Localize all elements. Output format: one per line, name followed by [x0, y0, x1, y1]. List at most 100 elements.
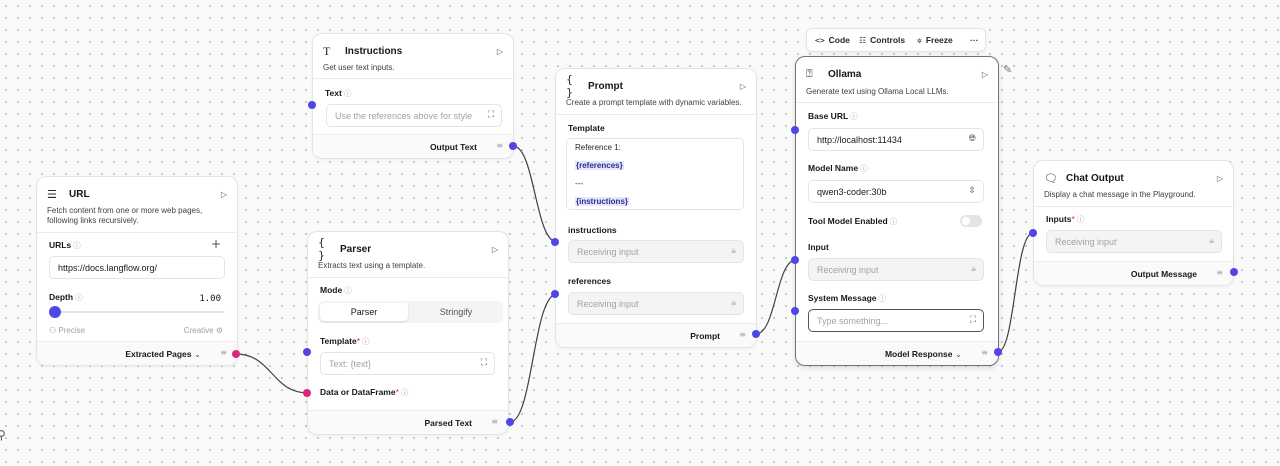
parser-node-footer: Parsed Text ≡ — [308, 410, 508, 434]
chevron-down-icon[interactable]: ⌄ — [955, 350, 962, 360]
mode-option-stringify[interactable]: Stringify — [412, 303, 500, 321]
parser-data-handle[interactable] — [303, 389, 311, 397]
controls-button[interactable]: ☷ Controls — [859, 35, 905, 45]
play-icon[interactable]: ▷ — [982, 70, 988, 79]
url-output-handle[interactable] — [232, 350, 240, 358]
freeze-button[interactable]: ✲ Freeze — [917, 35, 953, 45]
chat-output-node-description: Display a chat message in the Playground… — [1044, 190, 1196, 199]
tool-model-field-label: Tool Model Enabled ⓘ — [808, 216, 898, 226]
play-icon[interactable]: ▷ — [221, 190, 227, 199]
parser-template-handle[interactable] — [303, 348, 311, 356]
code-button[interactable]: <> Code — [815, 35, 850, 45]
divider — [1034, 206, 1233, 207]
play-icon[interactable]: ▷ — [492, 245, 498, 254]
play-icon[interactable]: ▷ — [1217, 174, 1223, 183]
output-list-icon[interactable]: ≡ — [1216, 268, 1223, 277]
parser-node[interactable]: { } Parser ▷ Extracts text using a templ… — [307, 231, 509, 435]
output-label[interactable]: Prompt — [690, 331, 720, 341]
prompt-output-handle[interactable] — [752, 330, 760, 338]
url-input[interactable]: https://docs.langflow.org/ — [49, 256, 225, 279]
prompt-instructions-handle[interactable] — [551, 238, 559, 246]
tool-model-toggle[interactable] — [960, 215, 982, 227]
chevron-down-icon[interactable]: ⌄ — [194, 350, 201, 360]
depth-slider-track[interactable] — [49, 311, 225, 313]
text-icon: T — [323, 43, 331, 58]
parser-template-input[interactable]: Text: {text} ⛶ — [320, 352, 495, 375]
output-list-icon[interactable]: ≡ — [220, 348, 227, 357]
chat-output-node-header: 🗨︎ Chat Output ▷ — [1044, 170, 1223, 186]
expand-icon[interactable]: ⛶ — [970, 315, 976, 325]
template-field-label: Template — [568, 123, 605, 133]
info-icon: ⓘ — [889, 217, 898, 226]
ollama-base-url-handle[interactable] — [791, 126, 799, 134]
instructions-node[interactable]: T Instructions ▷ Get user text inputs. T… — [312, 33, 514, 159]
inputs-receiving-input: Receiving input 🔒︎ — [1046, 230, 1222, 253]
prompt-node-title: Prompt — [588, 80, 623, 92]
template-field-label: Template* ⓘ — [320, 336, 370, 346]
prompt-node-header: { } Prompt ▷ — [566, 73, 746, 99]
output-label[interactable]: Parsed Text — [424, 418, 472, 428]
output-label[interactable]: Extracted Pages ⌄ — [125, 349, 201, 360]
expand-icon[interactable]: ⛶ — [481, 358, 487, 368]
instructions-text-handle[interactable] — [308, 101, 316, 109]
output-list-icon[interactable]: ≡ — [981, 348, 988, 357]
base-url-input[interactable]: http://localhost:11434 🌐︎ — [808, 128, 984, 151]
freeze-label: Freeze — [925, 35, 953, 45]
more-button[interactable]: ··· — [970, 35, 979, 45]
edge-parser-to-prompt[interactable] — [509, 293, 558, 423]
url-node-footer: Extracted Pages ⌄ ≡ — [37, 341, 237, 365]
info-icon: ⓘ — [75, 293, 83, 302]
ollama-output-handle[interactable] — [994, 348, 1002, 356]
output-label[interactable]: Model Response ⌄ — [885, 349, 962, 360]
play-icon[interactable]: ▷ — [740, 82, 746, 91]
output-list-icon[interactable]: ≡ — [491, 417, 498, 426]
references-receiving-input: Receiving input 🔒︎ — [568, 292, 744, 315]
edge-instructions-to-prompt[interactable] — [512, 145, 558, 243]
prompt-node-description: Create a prompt template with dynamic va… — [566, 98, 742, 107]
output-label[interactable]: Output Message — [1131, 269, 1197, 279]
chat-inputs-handle[interactable] — [1029, 229, 1037, 237]
prompt-template-editor[interactable]: Reference 1: {references} --- {instructi… — [566, 138, 744, 210]
mode-field-label: Mode ⓘ — [320, 285, 352, 295]
edge-ollama-to-chat[interactable] — [997, 232, 1034, 353]
model-name-select[interactable]: qwen3-coder:30b ⇳ — [808, 180, 984, 203]
braces-icon: { } — [566, 73, 573, 99]
globe-icon[interactable]: 🌐︎ — [969, 134, 976, 144]
url-node[interactable]: ☰ URL ▷ Fetch content from one or more w… — [36, 176, 238, 366]
mode-option-parser[interactable]: Parser — [320, 303, 408, 321]
model-name-value: qwen3-coder:30b — [817, 186, 887, 197]
ollama-node-description: Generate text using Ollama Local LLMs. — [806, 87, 949, 96]
braces-icon: { } — [318, 236, 325, 262]
lock-icon: 🔒︎ — [1209, 236, 1214, 246]
chat-output-node[interactable]: 🗨︎ Chat Output ▷ Display a chat message … — [1033, 160, 1234, 286]
edge-url-to-parser[interactable] — [235, 353, 309, 394]
instructions-node-description: Get user text inputs. — [323, 63, 395, 72]
lock-icon: 🔒︎ — [971, 264, 976, 274]
receiving-text: Receiving input — [817, 264, 879, 275]
info-icon: ⓘ — [344, 286, 352, 295]
edge-prompt-to-ollama[interactable] — [755, 259, 797, 335]
output-list-icon[interactable]: ≡ — [739, 330, 746, 339]
instructions-node-footer: Output Text ≡ — [313, 134, 513, 158]
ollama-node[interactable]: ⍰ Ollama ▷ Generate text using Ollama Lo… — [795, 56, 999, 366]
search-icon[interactable]: ⚲ — [0, 428, 6, 442]
text-input[interactable]: Use the references above for style ⛶ — [326, 104, 502, 127]
parser-template-placeholder: Text: {text} — [329, 358, 372, 369]
prompt-references-handle[interactable] — [551, 290, 559, 298]
parser-output-handle[interactable] — [506, 418, 514, 426]
instructions-output-handle[interactable] — [509, 142, 517, 150]
chat-output-handle[interactable] — [1230, 268, 1238, 276]
depth-slider-thumb[interactable] — [49, 306, 61, 318]
ollama-system-message-handle[interactable] — [791, 307, 799, 315]
edit-icon[interactable]: ✎ — [1003, 63, 1012, 76]
play-icon[interactable]: ▷ — [497, 47, 503, 56]
add-url-icon[interactable]: + — [211, 237, 221, 251]
expand-icon[interactable]: ⛶ — [488, 110, 494, 120]
system-message-input[interactable]: Type something... ⛶ — [808, 309, 984, 332]
prompt-node[interactable]: { } Prompt ▷ Create a prompt template wi… — [555, 68, 757, 348]
divider — [37, 232, 237, 233]
ollama-input-handle[interactable] — [791, 256, 799, 264]
output-label[interactable]: Output Text — [430, 142, 477, 152]
output-list-icon[interactable]: ≡ — [496, 141, 503, 150]
parser-node-description: Extracts text using a template. — [318, 261, 426, 270]
